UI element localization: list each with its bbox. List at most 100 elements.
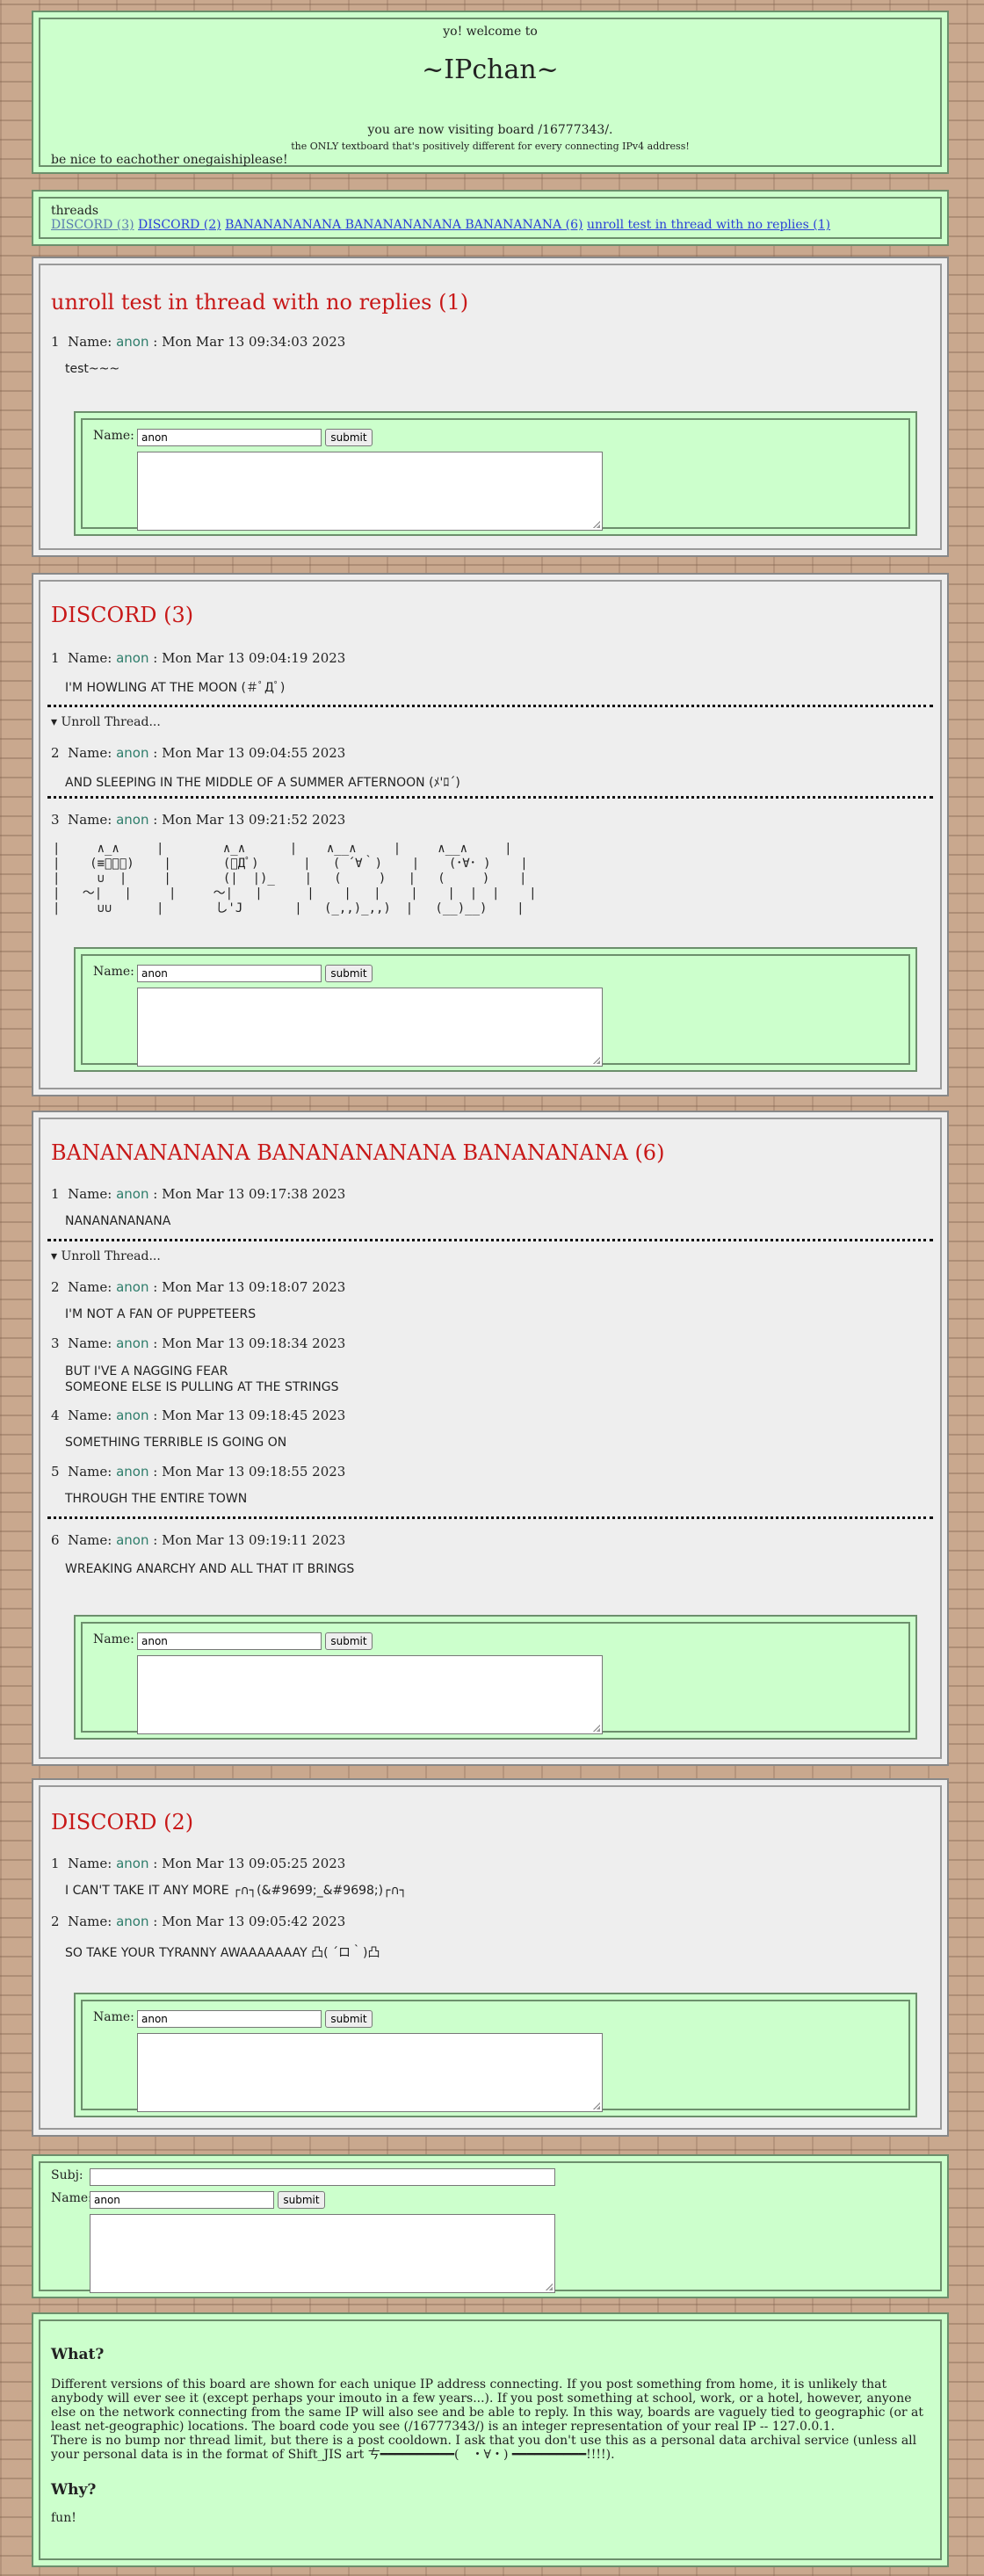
post-body: NANANANANANA: [65, 1214, 171, 1228]
thread-panel: DISCORD (3) 1 Name: anon : Mon Mar 13 09…: [32, 573, 949, 1096]
thread-panel: DISCORD (2) 1 Name: anon : Mon Mar 13 09…: [32, 1778, 949, 2137]
post-header: 5 Name: anon : Mon Mar 13 09:18:55 2023: [51, 1464, 345, 1480]
post-header: 1 Name: anon : Mon Mar 13 09:34:03 2023: [51, 334, 345, 350]
name-input[interactable]: [137, 429, 322, 446]
submit-button[interactable]: submit: [325, 965, 373, 982]
post-body: WREAKING ANARCHY AND ALL THAT IT BRINGS: [65, 1562, 355, 1576]
post-name-label: Name:: [68, 1335, 112, 1351]
reply-form-inner: Name: submit: [81, 1622, 910, 1734]
unroll-thread-toggle[interactable]: ▾ Unroll Thread...: [51, 715, 161, 729]
thread-link-unroll-test[interactable]: unroll test in thread with no replies (1…: [587, 218, 830, 232]
thread-inner: BANANANANANA BANANANANANA BANANANANA (6)…: [39, 1118, 942, 1759]
post-header: 2 Name: anon : Mon Mar 13 09:05:42 2023: [51, 1914, 345, 1929]
post-name-label: Name:: [68, 650, 112, 666]
header-panel: yo! welcome to ~IPchan~ you are now visi…: [32, 11, 949, 174]
thread-inner: unroll test in thread with no replies (1…: [39, 264, 942, 550]
post-number: 3: [51, 1335, 60, 1351]
post-date: : Mon Mar 13 09:18:34 2023: [153, 1335, 346, 1351]
post-name-label: Name:: [68, 334, 112, 350]
submit-button[interactable]: submit: [278, 2191, 325, 2209]
post-header: 6 Name: anon : Mon Mar 13 09:19:11 2023: [51, 1532, 345, 1548]
reply-form-inner: Name: submit: [81, 954, 910, 1067]
poster-name: anon: [116, 812, 149, 828]
poster-name: anon: [116, 1464, 149, 1480]
reply-form-inner: Name: submit: [81, 2000, 910, 2112]
poster-name: anon: [116, 1856, 149, 1871]
resize-grip-icon[interactable]: [593, 2102, 600, 2109]
post-name-label: Name:: [68, 812, 112, 828]
divider: [47, 1516, 933, 1519]
post-body: SOMETHING TERRIBLE IS GOING ON: [65, 1436, 287, 1450]
reply-form-inner: Name: submit: [81, 418, 910, 531]
what-text: Different versions of this board are sho…: [51, 2377, 923, 2434]
poster-name: anon: [116, 334, 149, 350]
post-name-label: Name:: [68, 1914, 112, 1929]
post-date: : Mon Mar 13 09:34:03 2023: [153, 334, 346, 350]
post-header: 4 Name: anon : Mon Mar 13 09:18:45 2023: [51, 1407, 345, 1423]
threads-heading: threads: [51, 204, 99, 218]
thread-title: BANANANANANA BANANANANANA BANANANANA (6): [51, 1140, 665, 1165]
ascii-art-cats: | ∧_∧ | ∧_∧ | ∧__∧ | ∧__∧ | | (≡ﾟ－ﾟ) | (…: [53, 842, 537, 915]
reply-textarea[interactable]: [137, 988, 603, 1067]
post-date: : Mon Mar 13 09:04:55 2023: [153, 745, 346, 761]
resize-grip-icon[interactable]: [593, 1057, 600, 1064]
about-panel: What? Different versions of this board a…: [32, 2312, 949, 2567]
post-number: 6: [51, 1532, 60, 1548]
subject-input[interactable]: [90, 2168, 555, 2186]
post-header: 1 Name: anon : Mon Mar 13 09:05:25 2023: [51, 1856, 345, 1871]
post-body: SO TAKE YOUR TYRANNY AWAAAAAAAY 凸( ´ロ｀)凸: [65, 1946, 380, 1960]
thread-title: unroll test in thread with no replies (1…: [51, 290, 469, 315]
post-header: 1 Name: anon : Mon Mar 13 09:04:19 2023: [51, 650, 345, 666]
thread-link-discord-2[interactable]: DISCORD (2): [138, 218, 221, 232]
reply-textarea[interactable]: [137, 2033, 603, 2112]
submit-button[interactable]: submit: [325, 429, 373, 446]
what-text-2: There is no bump nor thread limit, but t…: [51, 2434, 917, 2462]
post-number: 2: [51, 745, 60, 761]
post-body: I CAN'T TAKE IT ANY MORE ┌∩┐(&#9699;_&#9…: [65, 1884, 408, 1898]
resize-grip-icon[interactable]: [593, 1725, 600, 1732]
visiting-board: you are now visiting board /16777343/.: [367, 123, 613, 137]
greeting: yo! welcome to: [443, 25, 538, 39]
submit-button[interactable]: submit: [325, 2010, 373, 2028]
post-date: : Mon Mar 13 09:19:11 2023: [153, 1532, 346, 1548]
poster-name: anon: [116, 1532, 149, 1548]
reply-form: Name: submit: [74, 1615, 917, 1740]
reply-textarea[interactable]: [137, 452, 603, 531]
name-input[interactable]: [137, 2010, 322, 2028]
post-header: 1 Name: anon : Mon Mar 13 09:17:38 2023: [51, 1186, 345, 1202]
new-thread-inner: Subj: Name: submit: [39, 2161, 942, 2293]
what-heading: What?: [51, 2346, 105, 2363]
post-number: 3: [51, 812, 60, 828]
post-body: I'M HOWLING AT THE MOON (＃ﾟДﾟ): [65, 681, 286, 695]
unroll-thread-toggle[interactable]: ▾ Unroll Thread...: [51, 1249, 161, 1263]
new-thread-textarea[interactable]: [90, 2214, 555, 2293]
post-header: 3 Name: anon : Mon Mar 13 09:21:52 2023: [51, 812, 345, 828]
post-body: BUT I'VE A NAGGING FEAR SOMEONE ELSE IS …: [65, 1364, 339, 1394]
poster-name: anon: [116, 1186, 149, 1202]
post-number: 1: [51, 650, 60, 666]
name-input[interactable]: [137, 1632, 322, 1650]
name-label: Name:: [93, 2010, 134, 2024]
be-nice: be nice to eachother onegaishiplease!: [51, 153, 288, 167]
submit-button[interactable]: submit: [325, 1632, 373, 1650]
why-heading: Why?: [51, 2481, 97, 2499]
post-date: : Mon Mar 13 09:21:52 2023: [153, 812, 346, 828]
name-input[interactable]: [137, 965, 322, 982]
thread-link-discord-3[interactable]: DISCORD (3): [51, 218, 134, 232]
new-thread-panel: Subj: Name: submit: [32, 2154, 949, 2298]
poster-name: anon: [116, 1279, 149, 1295]
name-input[interactable]: [90, 2191, 274, 2209]
thread-link-banana[interactable]: BANANANANANA BANANANANANA BANANANANA (6): [225, 218, 582, 232]
post-body: AND SLEEPING IN THE MIDDLE OF A SUMMER A…: [65, 776, 460, 790]
tagline: the ONLY textboard that's positively dif…: [291, 141, 690, 152]
reply-form: Name: submit: [74, 411, 917, 536]
divider: [47, 796, 933, 799]
post-header: 2 Name: anon : Mon Mar 13 09:04:55 2023: [51, 745, 345, 761]
reply-textarea[interactable]: [137, 1655, 603, 1734]
resize-grip-icon[interactable]: [546, 2283, 553, 2290]
thread-title: DISCORD (3): [51, 603, 194, 627]
name-label: Name:: [51, 2191, 92, 2205]
resize-grip-icon[interactable]: [593, 521, 600, 528]
post-number: 1: [51, 1856, 60, 1871]
post-number: 5: [51, 1464, 60, 1480]
